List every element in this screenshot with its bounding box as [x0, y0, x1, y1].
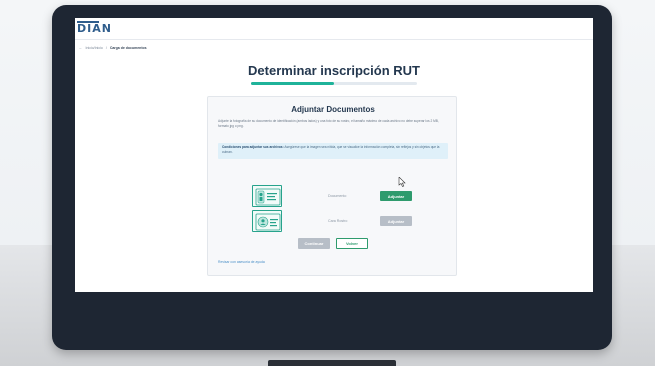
attach-face-button[interactable]: Adjuntar [380, 216, 412, 226]
face-label: Cara Rostro [328, 219, 348, 223]
continue-button[interactable]: Continuar [298, 238, 330, 249]
step-progress-fill [251, 82, 334, 85]
page-title: Determinar inscripción RUT [248, 63, 420, 78]
breadcrumb-home[interactable]: Inicio/Inicio [86, 46, 103, 50]
monitor-stand [268, 360, 396, 366]
document-label: Documento [328, 194, 347, 198]
breadcrumb: ← Inicio/Inicio / Carga de documentos [79, 46, 147, 50]
site-header: DIAN [75, 18, 593, 40]
face-id-icon [252, 210, 282, 232]
card-actions: Continuar Volver [208, 238, 458, 249]
step-progress-bar [251, 82, 417, 85]
notice-heading: Condiciones para adjuntar sus archivos: [222, 145, 284, 149]
back-button[interactable]: Volver [336, 238, 368, 249]
mouse-pointer-icon [398, 177, 406, 187]
back-arrow-icon[interactable]: ← [79, 46, 83, 50]
conditions-notice: Condiciones para adjuntar sus archivos: … [218, 143, 448, 159]
help-link[interactable]: Revisar con asesoría de ayuda [218, 260, 265, 264]
browser-screen: DIAN ← Inicio/Inicio / Carga de document… [75, 18, 593, 292]
dian-logo[interactable]: DIAN [77, 22, 112, 35]
card-title: Adjuntar Documentos [291, 105, 375, 114]
attach-document-button[interactable]: Adjuntar [380, 191, 412, 201]
id-card-icon [252, 185, 282, 207]
document-row-id: Documento Adjuntar [248, 185, 428, 209]
card-description: Adjunte la fotografía de su documento de… [218, 119, 439, 128]
breadcrumb-current: Carga de documentos [109, 46, 147, 50]
breadcrumb-separator: / [105, 46, 107, 50]
attach-documents-card: Adjuntar Documentos Adjunte la fotografí… [207, 96, 457, 276]
document-row-face: Cara Rostro Adjuntar [248, 210, 428, 234]
